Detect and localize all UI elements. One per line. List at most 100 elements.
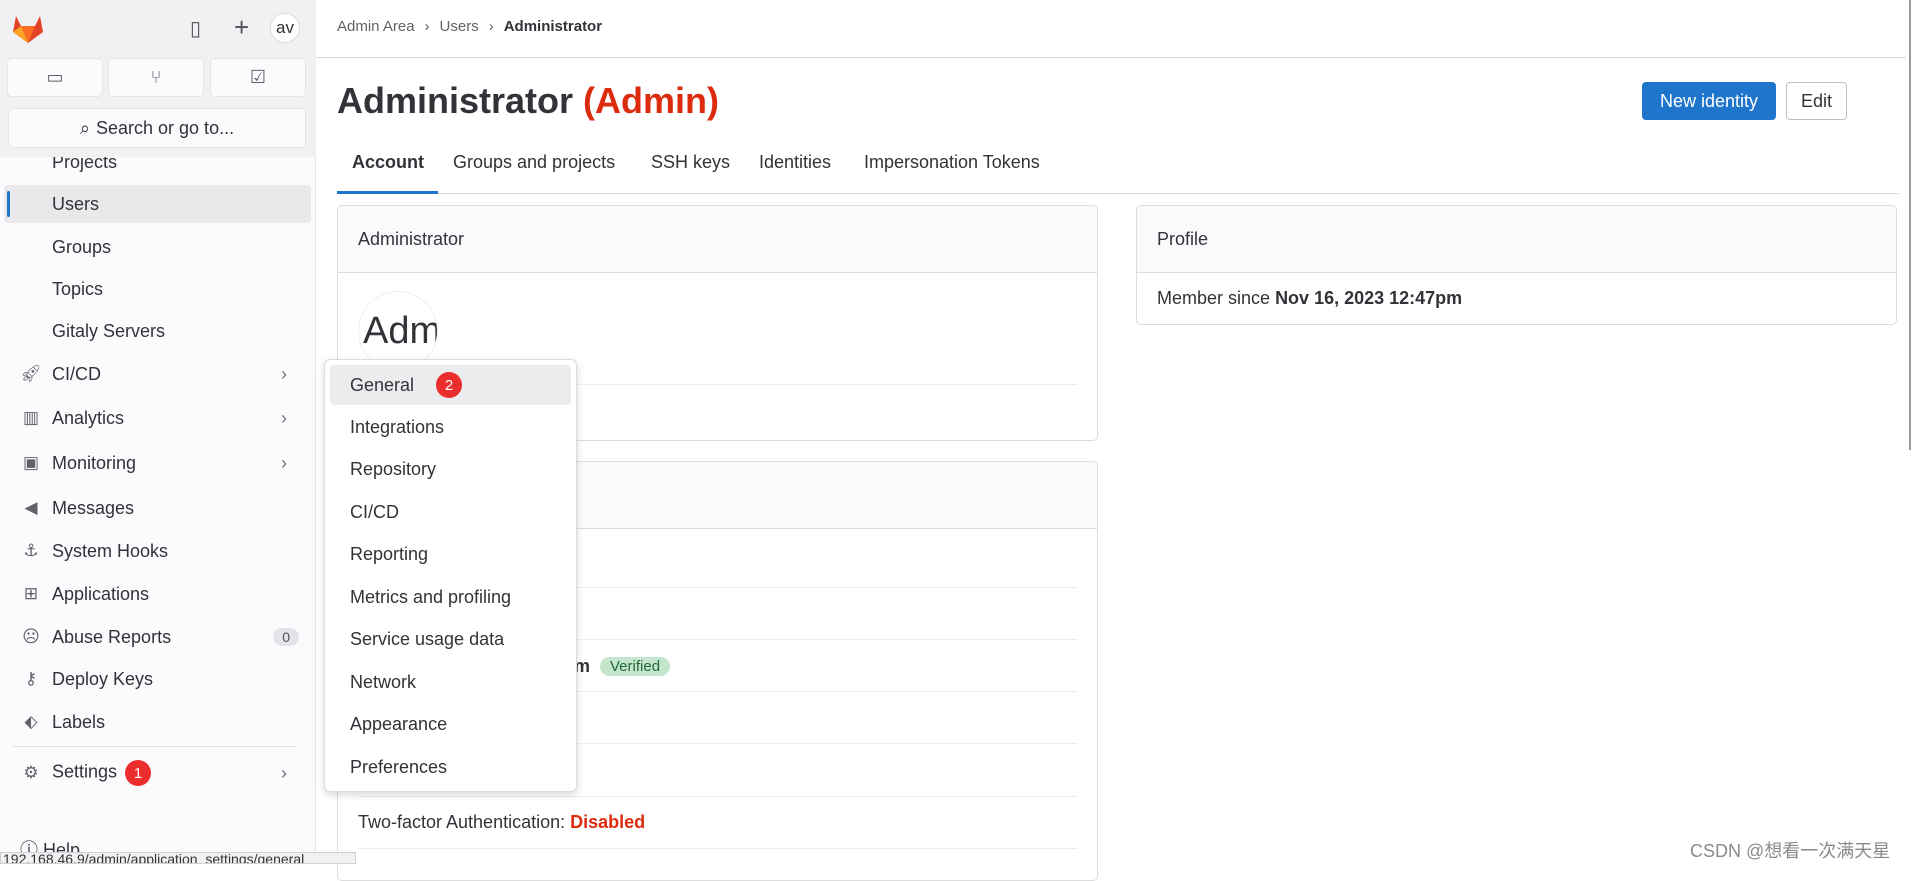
sidebar-item-label: CI/CD bbox=[52, 363, 101, 384]
menu-item-metrics-and-profiling[interactable]: Metrics and profiling bbox=[330, 577, 571, 617]
tab-impersonation-tokens[interactable]: Impersonation Tokens bbox=[864, 152, 1040, 173]
divider bbox=[358, 796, 1077, 797]
sidebar-item-groups[interactable]: Groups bbox=[4, 228, 311, 266]
label-icon: ⬖ bbox=[24, 712, 38, 731]
settings-flyout-menu: General 2 Integrations Repository CI/CD R… bbox=[324, 359, 577, 792]
chevron-right-icon: › bbox=[281, 407, 287, 428]
anchor-icon: ⚓︎ bbox=[23, 541, 39, 560]
sidebar-item-label: Deploy Keys bbox=[52, 668, 154, 689]
tab-identities[interactable]: Identities bbox=[759, 152, 831, 173]
sidebar-toggle-icon[interactable]: ▯ bbox=[190, 16, 201, 41]
sidebar-item-label: System Hooks bbox=[52, 540, 169, 561]
todo-icon: ☑ bbox=[249, 67, 267, 87]
watermark: CSDN @想看一次满天星 bbox=[1690, 841, 1891, 861]
active-tab-indicator bbox=[337, 191, 438, 194]
todos-button[interactable]: ☑ bbox=[210, 58, 306, 97]
sidebar-item-label: Users bbox=[52, 193, 100, 214]
breadcrumb: Admin Area › Users › Administrator bbox=[337, 18, 602, 35]
menu-item-integrations[interactable]: Integrations bbox=[330, 407, 571, 447]
gear-icon: ⚙ bbox=[23, 763, 39, 782]
issues-icon: ▭ bbox=[46, 67, 64, 87]
divider bbox=[13, 746, 296, 747]
apps-icon: ⊞ bbox=[23, 584, 39, 603]
admin-role: (Admin) bbox=[583, 80, 720, 121]
card-title: Profile bbox=[1137, 206, 1896, 273]
breadcrumb-admin-area[interactable]: Admin Area bbox=[337, 18, 415, 35]
scrollbar[interactable] bbox=[1909, 0, 1911, 450]
two-factor-label: Two-factor Authentication: bbox=[358, 812, 566, 832]
member-since-label: Member since bbox=[1157, 288, 1271, 308]
sidebar-item-system-hooks[interactable]: ⚓︎ System Hooks bbox=[4, 532, 311, 570]
merge-request-icon: ⑂ bbox=[150, 67, 162, 87]
user-name: Administrator bbox=[337, 80, 574, 121]
sidebar-item-deploy-keys[interactable]: ⚷ Deploy Keys bbox=[4, 660, 311, 698]
chevron-right-icon: › bbox=[281, 762, 287, 783]
sidebar-item-cicd[interactable]: 🚀︎ CI/CD › bbox=[4, 355, 311, 393]
breadcrumb-current[interactable]: Administrator bbox=[504, 18, 602, 35]
member-since: Member since Nov 16, 2023 12:47pm bbox=[1157, 288, 1462, 309]
sidebar-item-label: Labels bbox=[52, 711, 106, 732]
verified-badge: Verified bbox=[600, 657, 671, 676]
menu-item-cicd[interactable]: CI/CD bbox=[330, 492, 571, 532]
menu-item-general[interactable]: General 2 bbox=[330, 365, 571, 405]
sidebar-item-label: Gitaly Servers bbox=[52, 320, 166, 341]
menu-item-preferences[interactable]: Preferences bbox=[330, 747, 571, 787]
plus-icon[interactable]: + bbox=[234, 12, 249, 43]
monitor-icon: ▣ bbox=[22, 453, 40, 472]
search-button[interactable]: ⌕ Search or go to... bbox=[8, 108, 306, 148]
sidebar-item-analytics[interactable]: ▥ Analytics › bbox=[4, 399, 311, 437]
sidebar-item-label: Abuse Reports bbox=[52, 626, 172, 647]
divider bbox=[358, 848, 1077, 849]
menu-item-appearance[interactable]: Appearance bbox=[330, 704, 571, 744]
search-icon: ⌕ bbox=[79, 117, 90, 138]
tab-groups-and-projects[interactable]: Groups and projects bbox=[453, 152, 615, 173]
new-identity-button[interactable]: New identity bbox=[1642, 82, 1776, 120]
sidebar-item-settings[interactable]: ⚙ Settings 1 › bbox=[4, 754, 311, 792]
tab-account[interactable]: Account bbox=[352, 152, 424, 173]
sidebar-item-labels[interactable]: ⬖ Labels bbox=[4, 703, 311, 741]
header-divider bbox=[316, 57, 1906, 58]
sidebar-item-label: Applications bbox=[52, 583, 150, 604]
sidebar-item-label: Messages bbox=[52, 497, 135, 518]
sidebar-item-label: Monitoring bbox=[52, 452, 137, 473]
email-row: omVerified bbox=[563, 656, 671, 677]
two-factor-row: Two-factor Authentication: Disabled bbox=[358, 812, 645, 833]
menu-item-network[interactable]: Network bbox=[330, 662, 571, 702]
sidebar-item-label: Analytics bbox=[52, 407, 125, 428]
tab-ssh-keys[interactable]: SSH keys bbox=[651, 152, 730, 173]
key-icon: ⚷ bbox=[24, 669, 38, 688]
sidebar-item-label: Groups bbox=[52, 236, 112, 257]
sidebar-item-monitoring[interactable]: ▣ Monitoring › bbox=[4, 444, 311, 482]
sidebar-item-applications[interactable]: ⊞ Applications bbox=[4, 575, 311, 613]
merge-requests-button[interactable]: ⑂ bbox=[108, 58, 204, 97]
sidebar-item-messages[interactable]: ◀ Messages bbox=[4, 489, 311, 527]
menu-item-service-usage-data[interactable]: Service usage data bbox=[330, 619, 571, 659]
two-factor-status: Disabled bbox=[570, 812, 646, 832]
sidebar-item-label: Settings 1 bbox=[52, 760, 281, 786]
settings-label: Settings bbox=[52, 761, 118, 782]
annotation-badge: 1 bbox=[125, 760, 152, 786]
sidebar-item-users[interactable]: Users bbox=[4, 185, 311, 223]
sidebar-item-abuse-reports[interactable]: ☹ Abuse Reports 0 bbox=[4, 618, 311, 656]
menu-item-reporting[interactable]: Reporting bbox=[330, 534, 571, 574]
menu-item-repository[interactable]: Repository bbox=[330, 449, 571, 489]
sidebar-item-gitaly-servers[interactable]: Gitaly Servers bbox=[4, 312, 311, 350]
abuse-icon: ☹ bbox=[22, 627, 40, 646]
count-badge: 0 bbox=[273, 628, 299, 646]
search-label: Search or go to... bbox=[96, 117, 235, 138]
chevron-right-icon: › bbox=[281, 363, 287, 384]
profile-card: Profile Member since Nov 16, 2023 12:47p… bbox=[1136, 205, 1897, 325]
menu-item-label: General bbox=[350, 374, 415, 395]
edit-button[interactable]: Edit bbox=[1786, 82, 1847, 120]
annotation-badge: 2 bbox=[436, 372, 463, 398]
card-title: Administrator bbox=[338, 206, 1097, 273]
chevron-right-icon: › bbox=[281, 452, 287, 473]
breadcrumb-users[interactable]: Users bbox=[440, 18, 479, 35]
avatar[interactable]: av bbox=[270, 13, 300, 43]
member-since-value: Nov 16, 2023 12:47pm bbox=[1275, 288, 1463, 308]
issues-button[interactable]: ▭ bbox=[7, 58, 103, 97]
sidebar-item-topics[interactable]: Topics bbox=[4, 270, 311, 308]
rocket-icon: 🚀︎ bbox=[20, 364, 42, 383]
gitlab-logo-icon[interactable] bbox=[12, 14, 44, 44]
chevron-right-icon: › bbox=[488, 18, 494, 35]
